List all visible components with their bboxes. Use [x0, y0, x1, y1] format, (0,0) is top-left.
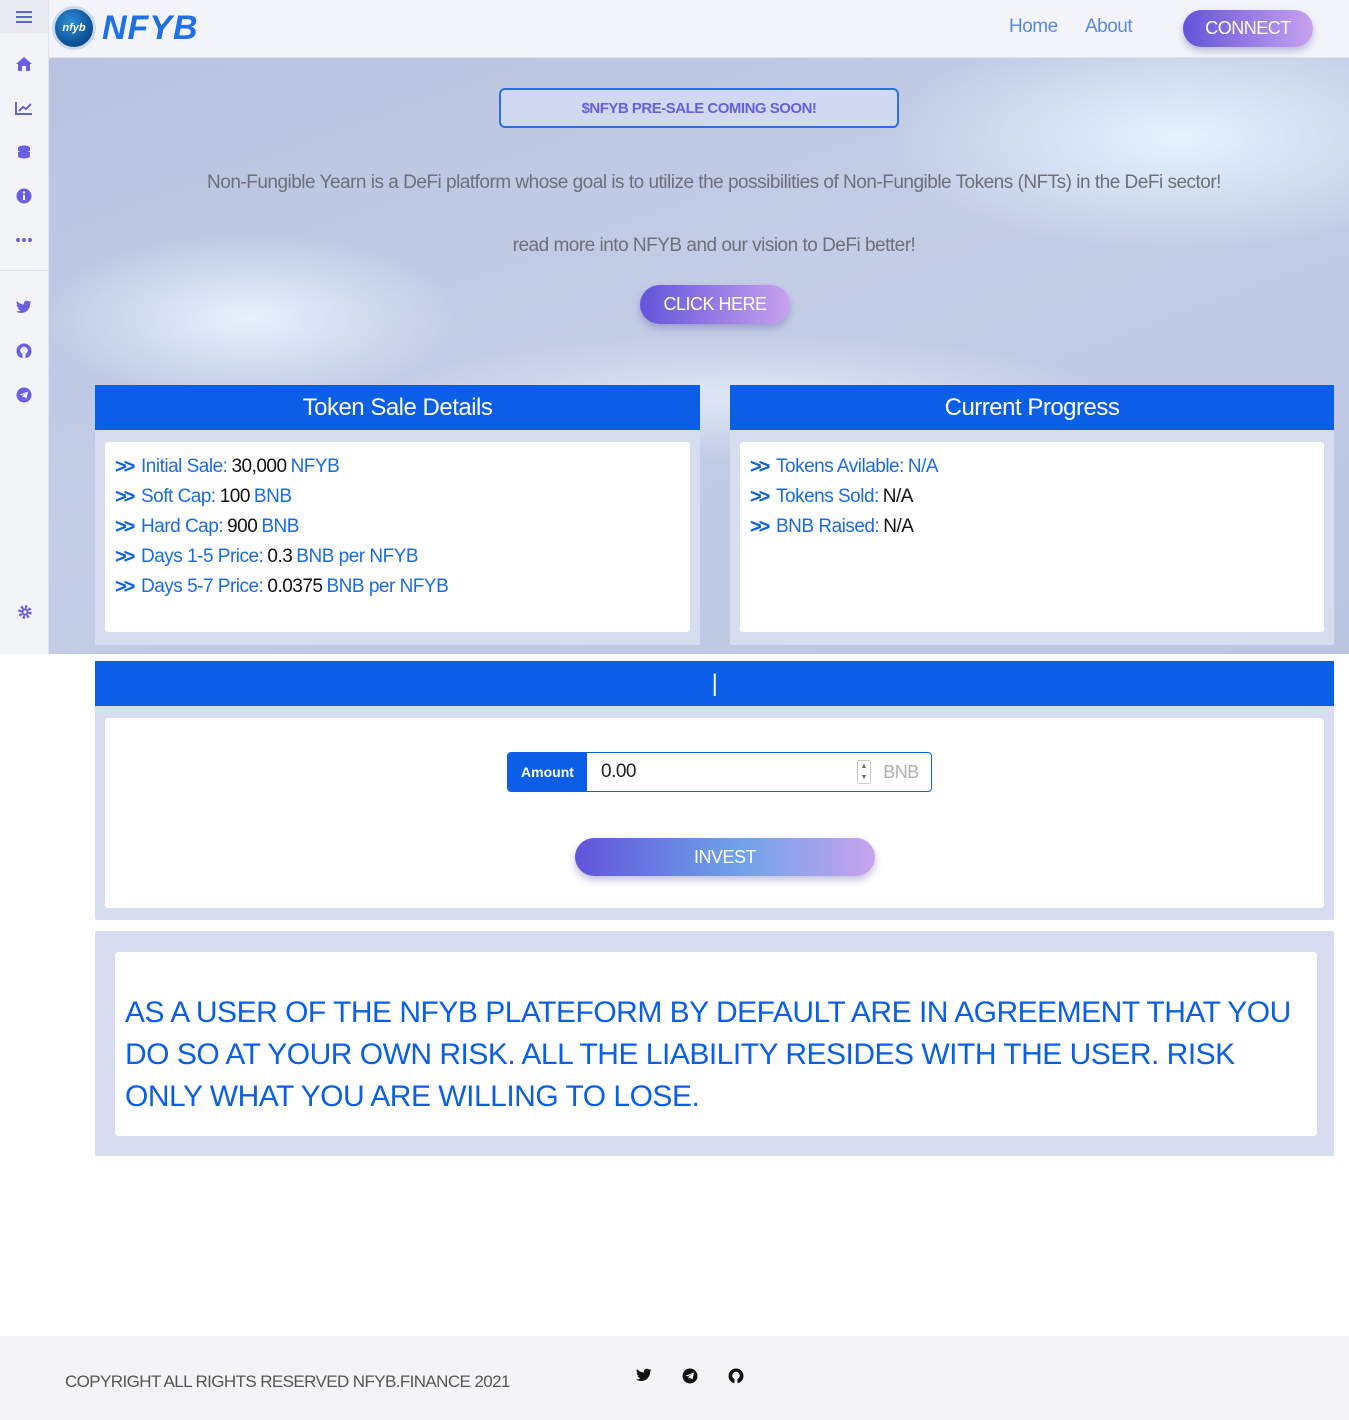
sidebar-divider	[0, 270, 48, 271]
progress-row-tokens-available: >> Tokens Avilable: N/A	[750, 452, 1324, 482]
info-icon[interactable]	[0, 174, 48, 218]
progress-row-bnb-raised: >> BNB Raised: N/A	[750, 512, 1324, 542]
progress-value: N/A	[883, 516, 914, 537]
current-progress-title: Current Progress	[730, 385, 1334, 430]
detail-unit: NFYB	[290, 456, 340, 477]
stepper-down-icon[interactable]: ▼	[861, 774, 868, 781]
chevron-double-right-icon: >>	[750, 485, 770, 508]
detail-label: Initial Sale:	[141, 456, 228, 477]
detail-unit: BNB	[261, 516, 299, 537]
amount-input[interactable]	[587, 753, 857, 791]
nav-home-link[interactable]: Home	[1009, 16, 1058, 38]
detail-row-soft-cap: >> Soft Cap: 100 BNB	[115, 482, 690, 512]
nav-about-link[interactable]: About	[1085, 16, 1133, 38]
detail-value: 0.3	[267, 546, 293, 567]
chevron-double-right-icon: >>	[115, 575, 135, 598]
token-sale-title: Token Sale Details	[95, 385, 700, 430]
chevron-double-right-icon: >>	[115, 485, 135, 508]
detail-unit: BNB	[253, 486, 292, 507]
progress-row-tokens-sold: >> Tokens Sold: N/A	[750, 482, 1324, 512]
detail-unit: BNB per NFYB	[326, 576, 449, 597]
disclaimer-text: AS A USER OF THE NFYB PLATEFORM BY DEFAU…	[125, 996, 1291, 1113]
amount-input-group: Amount ▲ ▼ BNB	[507, 752, 932, 792]
hero-read-more: read more into NFYB and our vision to De…	[512, 235, 916, 256]
detail-row-days-5-7-price: >> Days 5-7 Price: 0.0375 BNB per NFYB	[115, 572, 690, 602]
chevron-double-right-icon: >>	[750, 515, 770, 538]
menu-icon[interactable]	[0, 0, 48, 33]
brand-name: NFYB	[102, 8, 199, 47]
sidebar	[0, 0, 49, 654]
detail-label: Days 5-7 Price:	[141, 576, 264, 597]
telegram-icon[interactable]	[682, 1368, 698, 1389]
detail-row-days-1-5-price: >> Days 1-5 Price: 0.3 BNB per NFYB	[115, 542, 690, 572]
detail-value: 0.0375	[267, 576, 323, 597]
brand-logo[interactable]: nfyb NFYB	[52, 6, 199, 50]
detail-value: 30,000	[231, 456, 287, 477]
detail-label: Days 1-5 Price:	[141, 546, 264, 567]
copyright-text: COPYRIGHT ALL RIGHTS RESERVED NFYB.FINAN…	[65, 1372, 510, 1391]
presale-banner: $NFYB PRE-SALE COMING SOON!	[499, 88, 899, 128]
progress-label: Tokens Sold:	[776, 486, 879, 507]
github-icon[interactable]	[0, 329, 48, 373]
stepper-up-icon[interactable]: ▲	[861, 763, 868, 770]
progress-label: BNB Raised:	[776, 516, 880, 537]
detail-label: Soft Cap:	[141, 486, 216, 507]
progress-label: Tokens Avilable:	[776, 456, 904, 477]
coins-icon[interactable]	[0, 130, 48, 174]
chart-line-icon[interactable]	[0, 86, 48, 130]
token-sale-card: Token Sale Details >> Initial Sale: 30,0…	[95, 385, 700, 645]
chevron-double-right-icon: >>	[115, 545, 135, 568]
detail-row-hard-cap: >> Hard Cap: 900 BNB	[115, 512, 690, 542]
amount-label: Amount	[508, 753, 587, 791]
progress-value: N/A	[907, 456, 939, 477]
telegram-icon[interactable]	[0, 373, 48, 417]
current-progress-body: >> Tokens Avilable: N/A >> Tokens Sold: …	[740, 442, 1324, 632]
footer: COPYRIGHT ALL RIGHTS RESERVED NFYB.FINAN…	[0, 1336, 1349, 1420]
invest-button[interactable]: INVEST	[575, 838, 875, 876]
chevron-double-right-icon: >>	[115, 455, 135, 478]
amount-unit: BNB	[883, 761, 919, 782]
logo-mark-icon: nfyb	[52, 6, 96, 50]
twitter-icon[interactable]	[0, 285, 48, 329]
progress-value: N/A	[882, 486, 914, 507]
detail-unit: BNB per NFYB	[296, 546, 419, 567]
invest-card-header: |	[95, 661, 1334, 706]
current-progress-card: Current Progress >> Tokens Avilable: N/A…	[730, 385, 1334, 645]
detail-value: 900	[227, 516, 258, 537]
token-sale-body: >> Initial Sale: 30,000 NFYB >> Soft Cap…	[105, 442, 690, 632]
detail-value: 100	[219, 486, 251, 507]
invest-card-body	[105, 718, 1324, 908]
click-here-button[interactable]: CLICK HERE	[640, 285, 790, 324]
settings-icon[interactable]	[0, 590, 49, 634]
top-header: nfyb NFYB Home About CONNECT	[49, 0, 1349, 58]
hero-description: Non-Fungible Yearn is a DeFi platform wh…	[207, 172, 1221, 193]
home-icon[interactable]	[0, 42, 48, 86]
detail-label: Hard Cap:	[141, 516, 224, 537]
detail-row-initial-sale: >> Initial Sale: 30,000 NFYB	[115, 452, 690, 482]
amount-stepper[interactable]: ▲ ▼	[857, 760, 871, 784]
twitter-icon[interactable]	[636, 1368, 652, 1387]
chevron-double-right-icon: >>	[115, 515, 135, 538]
more-icon[interactable]	[0, 218, 48, 262]
github-icon[interactable]	[728, 1368, 744, 1389]
connect-button[interactable]: CONNECT	[1183, 10, 1313, 47]
chevron-double-right-icon: >>	[750, 455, 770, 478]
